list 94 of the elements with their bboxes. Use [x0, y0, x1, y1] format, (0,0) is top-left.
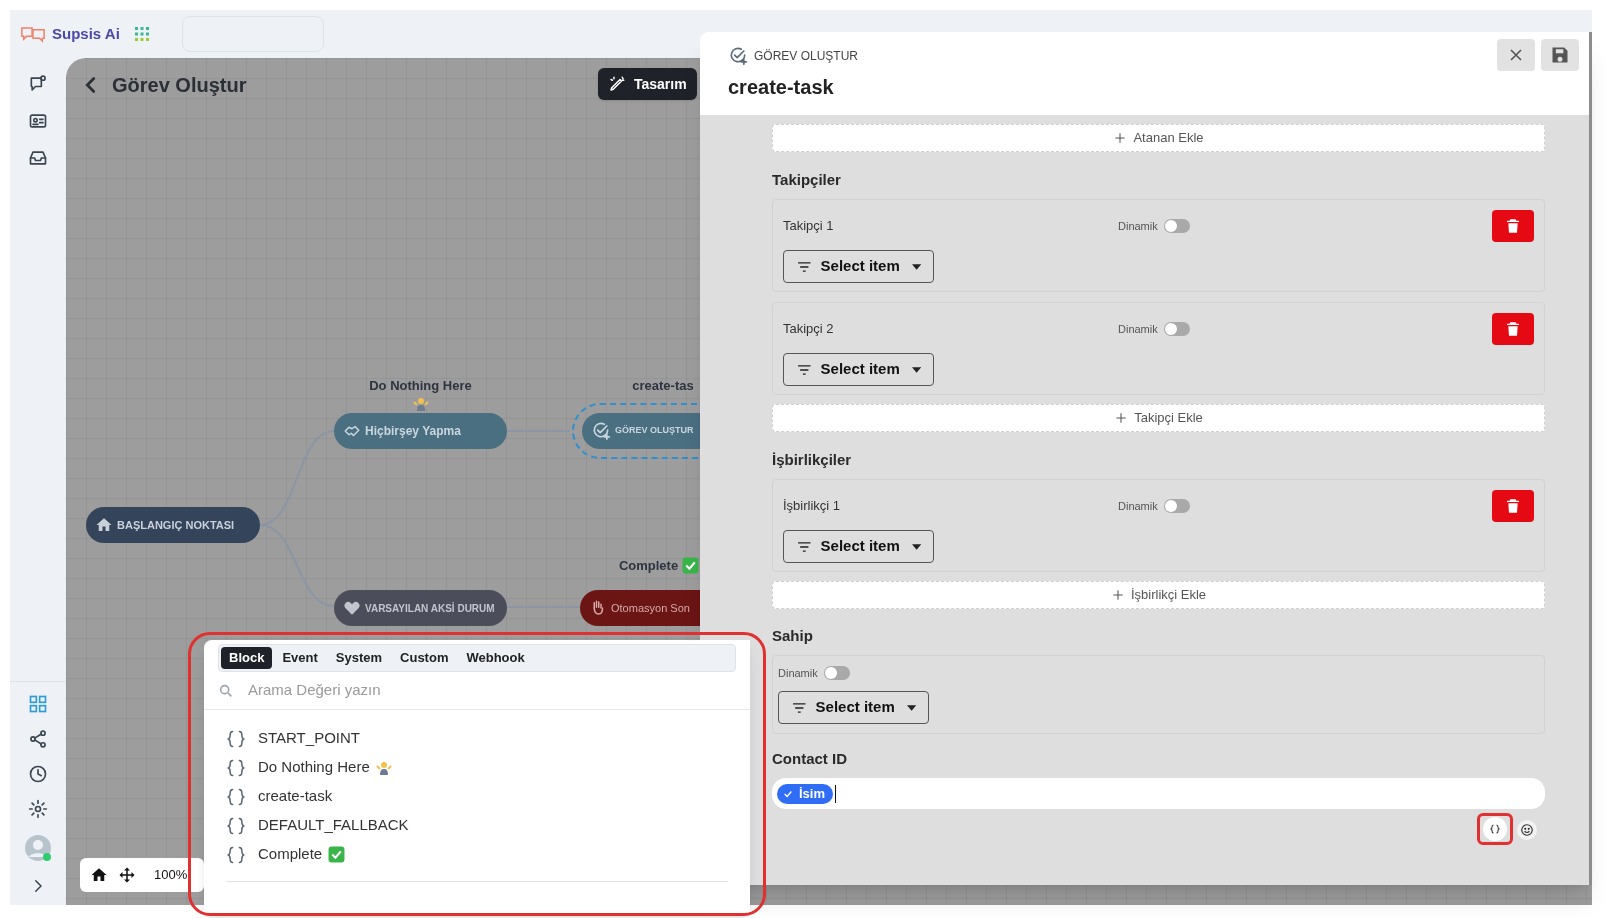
home-icon	[95, 516, 113, 534]
field-label: Takipçi 1	[783, 217, 835, 236]
flow-node[interactable]: Otomasyon Son	[580, 590, 700, 626]
toggle-label: Dinamik	[778, 665, 818, 681]
section-heading: Sahip	[772, 626, 814, 646]
chat-icon[interactable]	[28, 74, 48, 94]
variable-item[interactable]: START_POINT	[226, 724, 728, 753]
inbox-icon[interactable]	[28, 148, 48, 168]
tab[interactable]: Webhook	[458, 647, 533, 669]
section-heading: Contact ID	[772, 749, 848, 769]
add-button[interactable]: İşbirlikçi Ekle	[772, 581, 1545, 609]
zoom-level: 100%	[154, 866, 188, 885]
field-label: İşbirlikçi 1	[783, 497, 842, 516]
flow-node[interactable]: Hiçbirşey Yapma	[334, 413, 507, 449]
smiley-icon	[1520, 823, 1534, 837]
braces-icon	[226, 815, 246, 836]
section-heading: İşbirlikçiler	[772, 450, 853, 470]
close-button[interactable]	[1497, 39, 1535, 71]
shrug-figure-icon	[375, 759, 392, 776]
node-caption: Complete	[618, 557, 679, 575]
variable-item[interactable]: Complete	[226, 840, 728, 869]
variable-item[interactable]: Do Nothing Here	[226, 753, 728, 782]
save-icon	[1550, 45, 1570, 65]
add-button[interactable]: Atanan Ekle	[772, 124, 1545, 152]
select-dropdown[interactable]: Select item	[783, 353, 934, 386]
trash-icon	[1505, 498, 1521, 514]
variable-chip[interactable]: İsim	[777, 783, 833, 804]
edit-icon	[608, 75, 626, 93]
emoji-button[interactable]	[1517, 820, 1537, 840]
dashboard-icon[interactable]	[28, 694, 48, 714]
flow-node[interactable]: GÖREV OLUŞTUR	[582, 413, 700, 449]
section-heading: Takipçiler	[772, 170, 842, 190]
settings-icon[interactable]	[28, 799, 48, 819]
panel-type: GÖREV OLUŞTUR	[754, 48, 858, 65]
node-caption: create-tas	[632, 377, 694, 395]
variable-button[interactable]	[1483, 817, 1507, 841]
flow-node[interactable]: BAŞLANGIÇ NOKTASI	[86, 507, 260, 543]
braces-icon	[226, 786, 246, 807]
home-icon[interactable]	[90, 866, 108, 884]
design-button[interactable]: Tasarım	[598, 68, 697, 100]
check-mark-icon	[328, 846, 346, 863]
tab[interactable]: System	[327, 647, 391, 669]
toggle-switch[interactable]	[1163, 219, 1190, 233]
contact-id-field[interactable]: İsim	[772, 778, 1545, 809]
move-icon[interactable]	[118, 866, 136, 884]
toggle-label: Dinamik	[1118, 218, 1158, 234]
task-add-icon	[728, 46, 748, 66]
delete-button[interactable]	[1492, 490, 1534, 522]
toggle-switch[interactable]	[1163, 499, 1190, 513]
caret-icon	[906, 704, 916, 711]
plus-icon	[1113, 131, 1128, 145]
caret-icon	[911, 263, 921, 270]
plus-icon	[1110, 588, 1125, 602]
toggle-label: Dinamik	[1118, 498, 1158, 514]
plus-icon	[1114, 411, 1129, 425]
share-icon[interactable]	[28, 729, 48, 749]
braces-icon	[1489, 823, 1501, 835]
braces-icon	[226, 757, 246, 778]
tab[interactable]: Event	[274, 647, 326, 669]
toggle-label: Dinamik	[1118, 321, 1158, 337]
save-button[interactable]	[1541, 39, 1579, 71]
contact-card-icon[interactable]	[28, 111, 48, 131]
page-title: Görev Oluştur	[112, 73, 247, 98]
braces-icon	[226, 844, 246, 865]
braces-icon	[226, 728, 246, 749]
shrug-figure-icon	[412, 395, 429, 412]
clock-icon[interactable]	[28, 764, 48, 784]
toggle-switch[interactable]	[1163, 322, 1190, 336]
tab[interactable]: Block	[221, 647, 273, 669]
trash-icon	[1505, 321, 1521, 337]
brand-name[interactable]: Supsis Ai	[52, 22, 120, 46]
delete-button[interactable]	[1492, 313, 1534, 345]
panel-title: create-task	[728, 75, 835, 100]
tab[interactable]: Custom	[392, 647, 457, 669]
delete-button[interactable]	[1492, 210, 1534, 242]
caret-icon	[911, 543, 921, 550]
trash-icon	[1505, 218, 1521, 234]
task-add-icon	[591, 421, 611, 441]
variable-item[interactable]: DEFAULT_FALLBACK	[226, 811, 728, 840]
check-icon	[783, 788, 793, 799]
node-caption: Do Nothing Here	[369, 377, 472, 395]
flow-node[interactable]: VARSAYILAN AKSİ DURUM	[334, 590, 507, 626]
variable-item[interactable]: create-task	[226, 782, 728, 811]
search-field[interactable]: Arama Değeri yazın	[248, 679, 736, 702]
select-dropdown[interactable]: Select item	[783, 250, 934, 283]
caret-icon	[911, 366, 921, 373]
check-mark-icon	[682, 557, 700, 575]
text-cursor	[835, 784, 836, 803]
select-dropdown[interactable]: Select item	[778, 691, 929, 724]
add-button[interactable]: Takipçi Ekle	[772, 404, 1545, 432]
search-icon	[218, 682, 234, 699]
select-dropdown[interactable]: Select item	[783, 530, 934, 563]
toggle-switch[interactable]	[823, 666, 850, 680]
field-label: Takipçi 2	[783, 320, 835, 339]
